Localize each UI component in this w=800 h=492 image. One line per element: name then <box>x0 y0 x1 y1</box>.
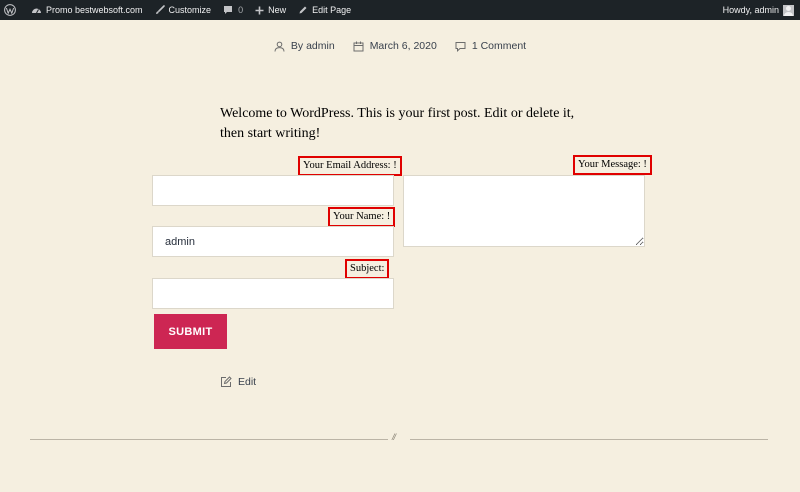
admin-bar: Promo bestwebsoft.com Customize 0 New Ed… <box>0 0 800 20</box>
separator-mark: // <box>392 432 396 442</box>
post-author[interactable]: By admin <box>274 40 335 52</box>
paintbrush-icon <box>155 5 165 14</box>
customize-label: Customize <box>168 5 212 15</box>
email-field[interactable] <box>152 175 394 206</box>
my-account-menu[interactable]: Howdy, admin <box>723 0 800 20</box>
subject-label: Subject: <box>345 259 390 279</box>
email-label: Your Email Address: ! <box>298 156 402 176</box>
dashboard-icon <box>32 8 41 14</box>
site-name: Promo bestwebsoft.com <box>46 5 143 15</box>
wordpress-logo-icon <box>4 4 16 16</box>
edit-link[interactable]: Edit <box>220 376 256 388</box>
edit-link-text: Edit <box>238 376 257 388</box>
customize-link[interactable]: Customize <box>149 0 218 20</box>
post-date[interactable]: March 6, 2020 <box>353 40 437 52</box>
separator-left <box>30 439 388 440</box>
post-meta: By admin March 6, 2020 1 Comment <box>0 40 800 52</box>
howdy-text: Howdy, admin <box>722 5 779 15</box>
post-date-text: March 6, 2020 <box>369 40 437 52</box>
new-content-menu[interactable]: New <box>249 0 292 20</box>
wordpress-logo-menu[interactable] <box>0 0 25 20</box>
name-label: Your Name: ! <box>328 207 396 227</box>
comments-count: 0 <box>238 5 244 15</box>
comments-link[interactable]: 0 <box>217 0 249 20</box>
message-textarea[interactable] <box>403 175 645 247</box>
edit-page-label: Edit Page <box>312 5 352 15</box>
name-field[interactable] <box>152 226 394 257</box>
plus-icon <box>255 6 264 14</box>
edit-page-link[interactable]: Edit Page <box>292 0 357 20</box>
post-intro-text: Welcome to WordPress. This is your first… <box>220 106 575 141</box>
post-author-text: By admin <box>290 40 335 52</box>
message-label: Your Message: ! <box>573 155 652 175</box>
separator-right <box>410 439 768 440</box>
subject-field[interactable] <box>152 278 394 309</box>
avatar <box>783 4 794 16</box>
pencil-icon <box>299 6 307 14</box>
new-label: New <box>268 5 287 15</box>
user-icon <box>274 41 285 52</box>
post-comments-link[interactable]: 1 Comment <box>455 40 526 52</box>
comment-bubble-icon <box>224 6 233 14</box>
comment-icon <box>455 41 466 52</box>
edit-icon <box>221 376 232 387</box>
calendar-icon <box>353 41 364 51</box>
submit-button[interactable]: SUBMIT <box>154 314 227 349</box>
site-name-menu[interactable]: Promo bestwebsoft.com <box>25 0 149 20</box>
post-comments-text: 1 Comment <box>471 40 527 52</box>
